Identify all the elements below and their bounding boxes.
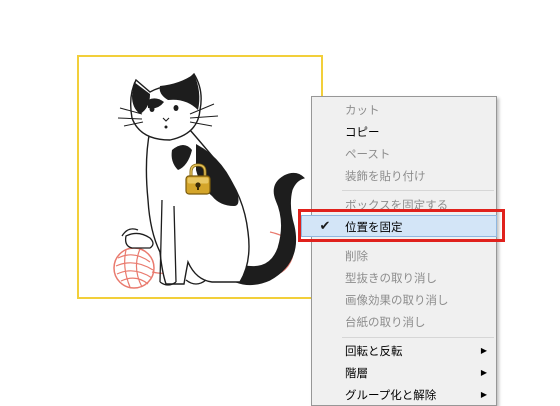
menu-item-cut[interactable]: カット — [312, 99, 496, 121]
context-menu: カット コピー ペースト 装飾を貼り付け ボックスを固定する ✔ 位置を固定 削… — [301, 96, 497, 406]
menu-item-rotate-flip-label: 回転と反転 — [345, 344, 403, 358]
menu-item-delete[interactable]: 削除 — [312, 245, 496, 267]
highlight-box — [298, 209, 505, 242]
menu-item-layer-label: 階層 — [345, 366, 368, 380]
menu-item-layer[interactable]: 階層 ▶ — [312, 362, 496, 384]
submenu-arrow-icon: ▶ — [480, 368, 487, 377]
menu-separator — [342, 337, 494, 338]
menu-item-undo-image-effect[interactable]: 画像効果の取り消し — [312, 289, 496, 311]
menu-item-group-ungroup[interactable]: グループ化と解除 ▶ — [312, 384, 496, 406]
submenu-arrow-icon: ▶ — [480, 346, 487, 355]
menu-item-paste[interactable]: ペースト — [312, 143, 496, 165]
menu-item-paste-style[interactable]: 装飾を貼り付け — [312, 165, 496, 187]
menu-item-undo-mount[interactable]: 台紙の取り消し — [312, 311, 496, 333]
menu-item-rotate-flip[interactable]: 回転と反転 ▶ — [312, 340, 496, 362]
menu-separator — [342, 190, 494, 191]
submenu-arrow-icon: ▶ — [480, 390, 487, 399]
lock-icon — [185, 163, 211, 195]
menu-item-undo-cutout[interactable]: 型抜きの取り消し — [312, 267, 496, 289]
menu-item-copy[interactable]: コピー — [312, 121, 496, 143]
